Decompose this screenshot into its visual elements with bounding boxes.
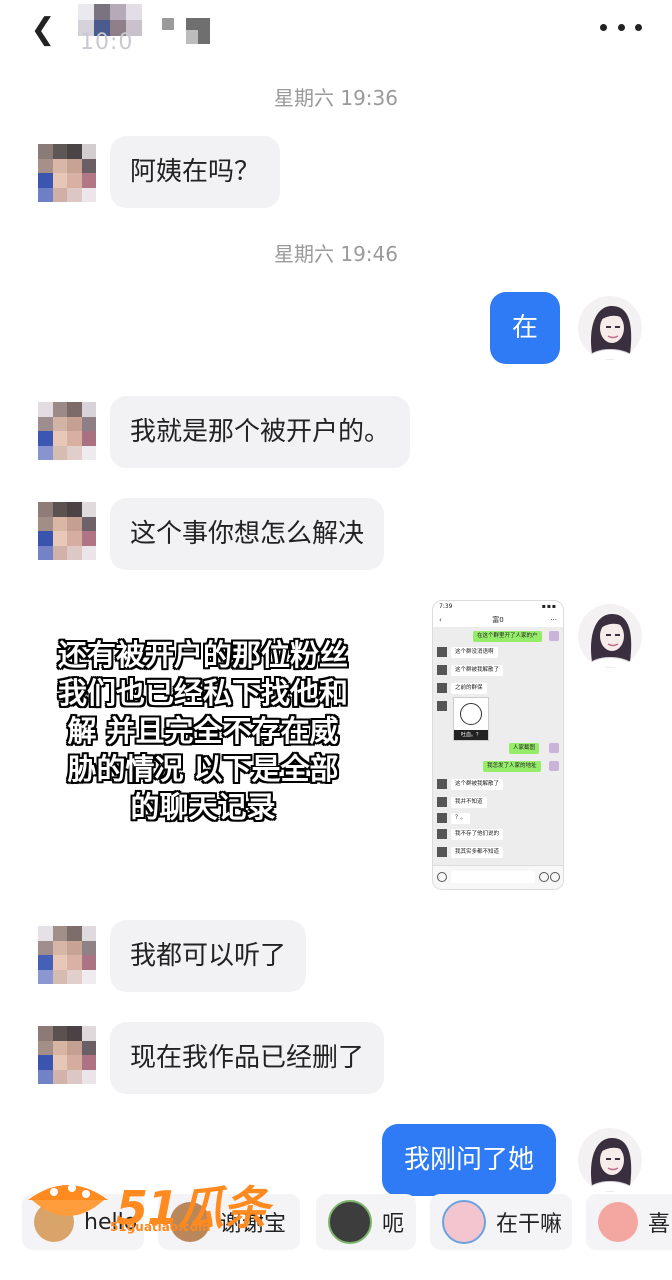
header-status-block [162,18,174,30]
quick-reply-like[interactable]: 喜 [586,1194,672,1250]
message-bubble-outgoing[interactable]: 在 [490,292,561,364]
thumb-avatar [437,683,447,693]
header-title: 10:0 [80,30,134,55]
thumb-chat-title: ‹ 富0 ··· [433,613,563,627]
contact-avatar[interactable] [38,144,96,202]
cat-emoji-icon [328,1200,372,1244]
thumb-sticker: 吐血。？ [453,697,489,741]
contact-avatar[interactable] [38,1026,96,1084]
thumb-avatar [437,647,447,657]
thumb-avatar [437,779,447,789]
my-avatar[interactable] [578,296,642,360]
message-bubble-incoming[interactable]: 我都可以听了 [110,920,307,992]
thumb-input-bar [433,865,563,889]
thumb-title-text: 富0 [492,616,504,624]
quick-reply-label: 在干嘛 [496,1212,563,1237]
contact-avatar[interactable] [38,926,96,984]
octopus-emoji-icon [598,1202,638,1242]
watermark-url: 51guatiao.com [110,1220,211,1234]
thumb-sticker-text: 吐血。？ [454,730,488,740]
quick-reply-label: 喜 [648,1212,671,1237]
thumb-avatar [437,665,447,675]
caption-line: 还有被开户的那位粉丝 [57,638,348,672]
message-bubble-outgoing[interactable]: 我刚问了她 [382,1124,557,1196]
thumb-status-bar: 7:39 ▪▪▪ [433,601,563,613]
thumb-row: 之前的群保 [451,683,487,694]
caption-line: 的聊天记录 [130,790,276,824]
message-bubble-incoming[interactable]: 我就是那个被开户的。 [110,396,411,468]
contact-avatar[interactable] [38,402,96,460]
overlay-caption: 还有被开户的那位粉丝 我们也已经私下找他和 解 并且完全不存在威 胁的情况 以下… [34,636,372,826]
thumb-row: 在这个群里开了人家的户 [473,631,542,642]
thumb-avatar [549,761,559,771]
thumb-row: ？。 [451,813,471,824]
back-arrow-icon[interactable]: ❮ [28,12,58,47]
contact-avatar[interactable] [38,502,96,560]
thumb-row: 我怎发了人家的地址 [483,761,541,772]
caption-line: 解 并且完全不存在威 [67,714,339,748]
my-avatar[interactable] [578,1128,642,1192]
thumb-avatar [437,847,447,857]
header-status-block [186,30,198,44]
message-bubble-incoming[interactable]: 阿姨在吗？ [110,136,281,208]
thumb-status-time: 7:39 [439,603,453,610]
thumb-row: 人家截图 [509,743,540,754]
thumb-row: 我并不知道 [451,797,487,808]
thumb-avatar [437,829,447,839]
pig-emoji-icon [442,1200,486,1244]
message-timestamp: 星期六 19:46 [274,242,398,266]
quick-reply-uh[interactable]: 呃 [316,1194,416,1250]
thumb-avatar [437,797,447,807]
quick-reply-label: 呃 [382,1212,405,1237]
message-bubble-incoming[interactable]: 现在我作品已经删了 [110,1022,385,1094]
my-avatar[interactable] [578,604,642,668]
message-bubble-incoming[interactable]: 这个事你想怎么解决 [110,498,385,570]
thumb-row: 我不存了他们说的 [451,829,504,840]
thumb-avatar [549,631,559,641]
more-options-icon[interactable] [600,12,642,42]
chat-screenshot-image[interactable]: 7:39 ▪▪▪ ‹ 富0 ··· 在这个群里开了人家的户 这个群没消语啊 这个… [432,600,564,890]
thumb-row: 我其实多都不知道 [451,847,504,858]
thumb-row: 这个群被我解散了 [451,665,504,676]
thumb-avatar [437,813,447,823]
message-timestamp: 星期六 19:36 [274,86,398,110]
thumb-row: 这个群没消语啊 [451,647,498,658]
thumb-avatar [437,701,447,711]
caption-line: 胁的情况 以下是全部 [67,752,339,786]
caption-line: 我们也已经私下找他和 [57,676,348,710]
thumb-row: 这个群被我解散了 [451,779,504,790]
thumb-avatar [549,743,559,753]
quick-reply-what-doing[interactable]: 在干嘛 [430,1194,572,1250]
